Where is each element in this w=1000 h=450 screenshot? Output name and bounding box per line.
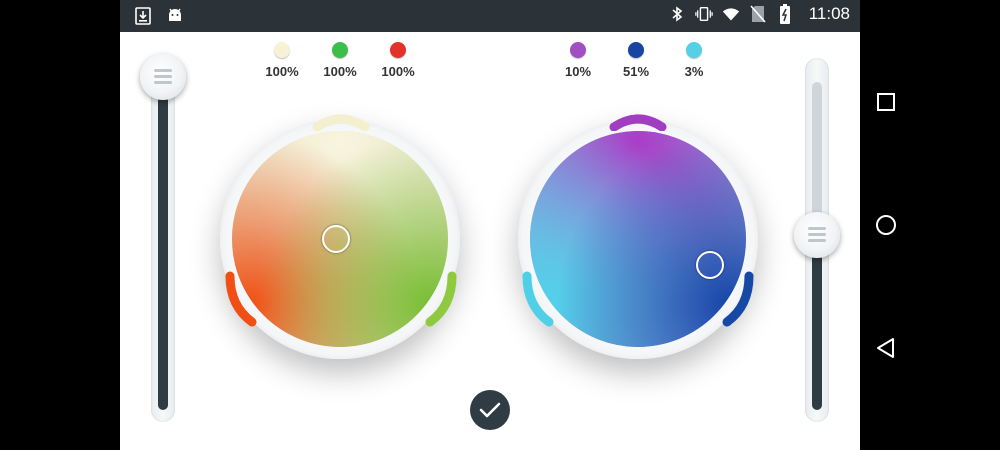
right-wheel-purple-arc	[609, 114, 667, 131]
no-sim-icon	[749, 4, 767, 24]
android-icon	[166, 6, 184, 26]
right-color-selector[interactable]	[696, 251, 724, 279]
navigation-bar	[860, 32, 1000, 450]
right-slider-fill	[812, 238, 822, 410]
left-color-selector[interactable]	[322, 225, 350, 253]
recent-apps-icon	[877, 93, 895, 111]
left-brightness-slider[interactable]	[151, 60, 175, 422]
battery-charging-icon	[776, 4, 794, 24]
home-icon	[876, 215, 896, 235]
legend-item: 10%	[549, 42, 607, 79]
recent-apps-button[interactable]	[874, 90, 898, 114]
vibrate-icon	[694, 4, 713, 24]
status-bar: 11:08	[120, 0, 860, 32]
left-slider-knob[interactable]	[140, 54, 186, 100]
left-wheel-warm-white-arc	[312, 114, 370, 131]
right-slider-knob[interactable]	[794, 212, 840, 258]
wifi-icon	[722, 4, 740, 24]
right-channel-legend: 10% 51% 3%	[549, 42, 723, 79]
legend-value: 3%	[684, 64, 704, 79]
legend-value: 100%	[265, 64, 299, 79]
checkmark-icon	[479, 402, 501, 418]
legend-item: 100%	[253, 42, 311, 79]
purple-dot	[570, 42, 586, 58]
warm-white-dot	[274, 42, 290, 58]
legend-item: 100%	[369, 42, 427, 79]
legend-value: 51%	[622, 64, 650, 79]
red-dot	[390, 42, 406, 58]
left-color-wheel[interactable]	[232, 131, 448, 347]
legend-value: 100%	[323, 64, 357, 79]
left-wheel-green-arc	[425, 271, 457, 327]
legend-value: 100%	[381, 64, 415, 79]
right-color-wheel[interactable]	[530, 131, 746, 347]
home-button[interactable]	[874, 213, 898, 237]
left-slider-fill	[158, 90, 168, 410]
right-wheel-blue-arc	[722, 271, 754, 327]
back-button[interactable]	[874, 336, 898, 360]
cyan-dot	[686, 42, 702, 58]
status-clock: 11:08	[808, 4, 850, 23]
right-wheel-cyan-arc	[522, 271, 554, 327]
legend-item: 3%	[665, 42, 723, 79]
back-icon	[877, 338, 894, 358]
green-dot	[332, 42, 348, 58]
bluetooth-icon	[668, 4, 686, 24]
legend-item: 100%	[311, 42, 369, 79]
left-wheel-red-arc	[225, 271, 257, 327]
confirm-button[interactable]	[470, 390, 510, 430]
legend-value: 10%	[564, 64, 592, 79]
blue-dot	[628, 42, 644, 58]
legend-item: 51%	[607, 42, 665, 79]
app-screen: 11:08 100% 100% 100% 10% 51% 3%	[120, 0, 860, 450]
download-icon	[134, 6, 152, 26]
left-channel-legend: 100% 100% 100%	[253, 42, 427, 79]
